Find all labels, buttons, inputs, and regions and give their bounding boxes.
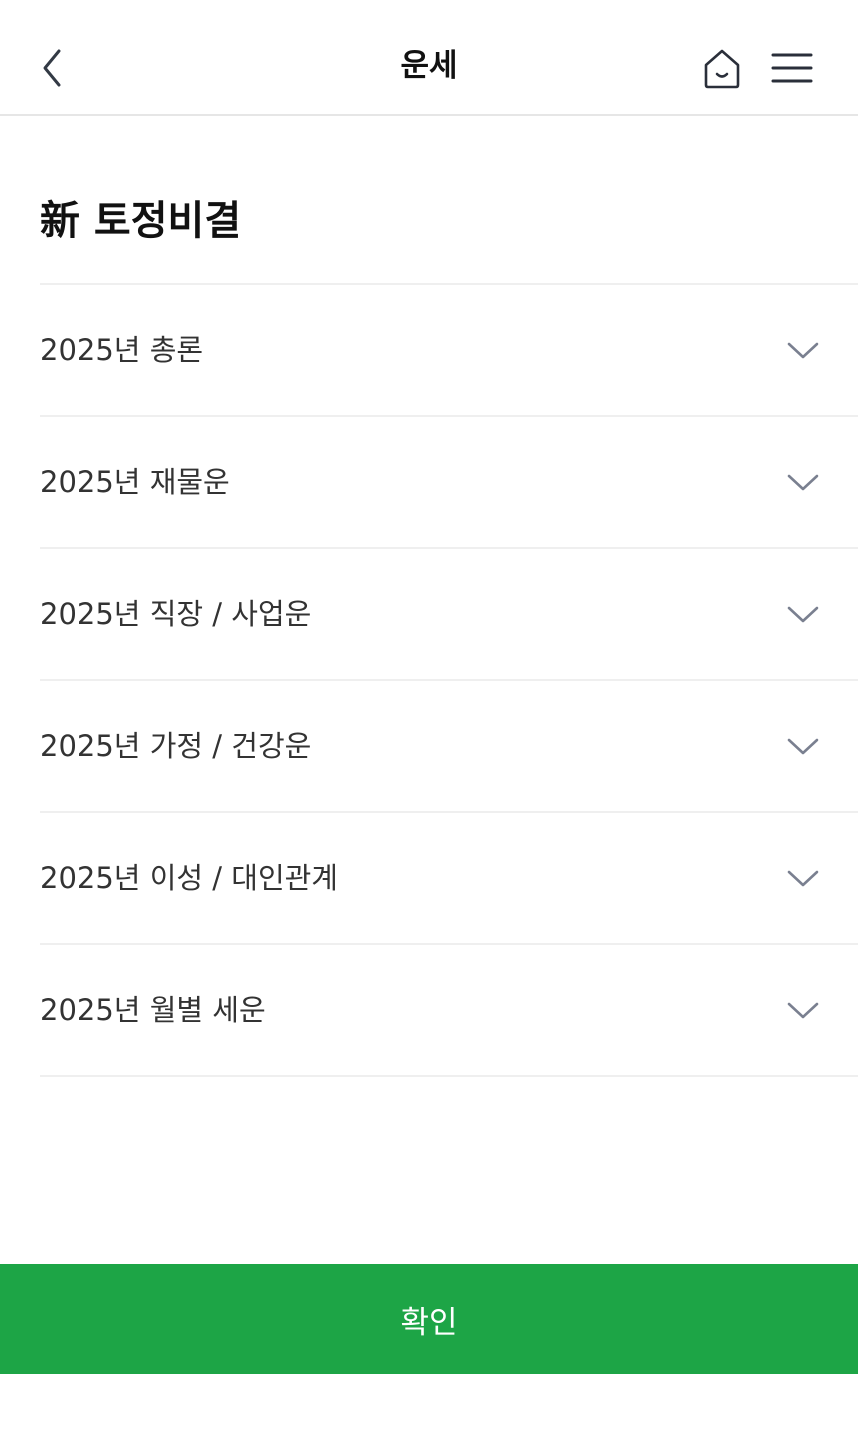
page-title: 新 토정비결 xyxy=(40,198,242,244)
chevron-down-icon xyxy=(787,474,819,491)
accordion-item-label: 2025년 가정 / 건강운 xyxy=(40,729,312,763)
accordion-item-general[interactable]: 2025년 총론 xyxy=(40,285,858,417)
accordion-item-wealth[interactable]: 2025년 재물운 xyxy=(40,417,858,549)
accordion-item-label: 2025년 월별 세운 xyxy=(40,993,266,1027)
accordion-item-label: 2025년 직장 / 사업운 xyxy=(40,597,312,631)
top-app-bar: 운세 xyxy=(0,0,858,116)
accordion-item-label: 2025년 이성 / 대인관계 xyxy=(40,861,338,895)
accordion-item-career[interactable]: 2025년 직장 / 사업운 xyxy=(40,549,858,681)
chevron-down-icon xyxy=(787,870,819,887)
home-button[interactable] xyxy=(698,44,746,92)
accordion-item-family-health[interactable]: 2025년 가정 / 건강운 xyxy=(40,681,858,813)
accordion-item-label: 2025년 재물운 xyxy=(40,465,230,499)
accordion-item-monthly[interactable]: 2025년 월별 세운 xyxy=(40,945,858,1077)
menu-button[interactable] xyxy=(766,44,818,92)
fortune-section-list: 2025년 총론 2025년 재물운 2025년 직장 / 사업운 2025년 … xyxy=(40,283,858,1077)
home-icon xyxy=(704,49,740,89)
chevron-down-icon xyxy=(787,1002,819,1019)
chevron-down-icon xyxy=(787,738,819,755)
chevron-down-icon xyxy=(787,606,819,623)
chevron-down-icon xyxy=(787,342,819,359)
accordion-item-relationships[interactable]: 2025년 이성 / 대인관계 xyxy=(40,813,858,945)
hamburger-menu-icon xyxy=(771,53,813,83)
confirm-button[interactable]: 확인 xyxy=(0,1264,858,1374)
accordion-item-label: 2025년 총론 xyxy=(40,333,204,367)
